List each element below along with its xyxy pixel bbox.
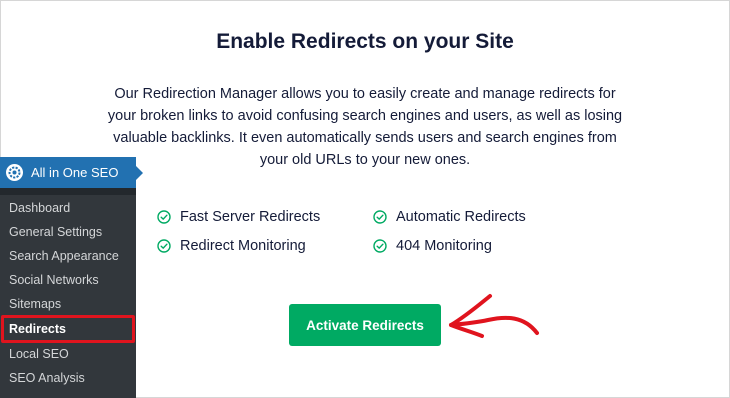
aioseo-logo-icon — [6, 164, 23, 181]
feature-label: 404 Monitoring — [396, 238, 492, 254]
activate-redirects-button[interactable]: Activate Redirects — [289, 304, 441, 346]
sidebar-item-general-settings[interactable]: General Settings — [9, 225, 102, 239]
sidebar-item-dashboard[interactable]: Dashboard — [9, 201, 70, 215]
feature-label: Redirect Monitoring — [180, 238, 306, 254]
sidebar-title: All in One SEO — [31, 165, 119, 180]
page-title: Enable Redirects on your Site — [216, 30, 514, 53]
sidebar-item-seo-analysis[interactable]: SEO Analysis — [9, 371, 85, 385]
sidebar-item-sitemaps[interactable]: Sitemaps — [9, 297, 61, 311]
sidebar-submenu: Dashboard General Settings Search Appear… — [0, 195, 136, 398]
hand-drawn-arrow-icon — [449, 294, 539, 338]
redirects-highlight-box — [1, 315, 135, 343]
feature-item: Automatic Redirects — [373, 207, 526, 227]
check-circle-icon — [157, 239, 171, 253]
admin-sidebar: All in One SEO Dashboard General Setting… — [0, 157, 143, 398]
feature-label: Automatic Redirects — [396, 209, 526, 225]
feature-item: 404 Monitoring — [373, 236, 492, 256]
feature-label: Fast Server Redirects — [180, 209, 321, 225]
sidebar-menu-aioseo[interactable]: All in One SEO — [0, 157, 136, 188]
sidebar-item-social-networks[interactable]: Social Networks — [9, 273, 99, 287]
sidebar-item-local-seo[interactable]: Local SEO — [9, 347, 69, 361]
active-menu-pointer — [136, 166, 143, 180]
check-circle-icon — [157, 210, 171, 224]
feature-item: Fast Server Redirects — [157, 207, 320, 227]
check-circle-icon — [373, 210, 387, 224]
check-circle-icon — [373, 239, 387, 253]
feature-description: Our Redirection Manager allows you to ea… — [107, 86, 623, 168]
sidebar-item-search-appearance[interactable]: Search Appearance — [9, 249, 119, 263]
feature-item: Redirect Monitoring — [157, 236, 306, 256]
